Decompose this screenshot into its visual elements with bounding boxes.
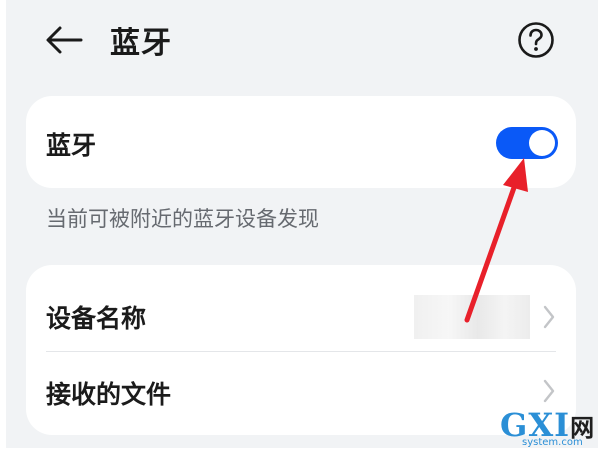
settings-screen: 蓝牙 蓝牙 当前可被附近的蓝牙设备发现 设备名称 接收的文件: [6, 0, 598, 448]
received-files-label: 接收的文件: [46, 380, 172, 409]
list-divider: [46, 351, 556, 352]
back-button[interactable]: [42, 20, 86, 60]
discoverable-hint: 当前可被附近的蓝牙设备发现: [46, 207, 319, 231]
bluetooth-label: 蓝牙: [46, 131, 97, 160]
arrow-left-icon: [46, 26, 83, 54]
device-name-label: 设备名称: [46, 304, 147, 333]
toggle-knob: [529, 130, 555, 156]
chevron-right-icon: [543, 305, 555, 329]
header: 蓝牙: [6, 0, 598, 80]
bluetooth-toggle[interactable]: [496, 127, 558, 159]
help-button[interactable]: [516, 20, 556, 60]
bluetooth-card: 蓝牙: [26, 96, 576, 188]
watermark-logo: GXI网 system.com: [500, 406, 596, 448]
question-circle-icon: [518, 22, 554, 58]
page-title: 蓝牙: [110, 26, 172, 61]
device-name-row[interactable]: 设备名称: [26, 271, 576, 351]
received-files-row[interactable]: 接收的文件: [26, 353, 576, 433]
device-name-value: [414, 295, 530, 339]
settings-list-card: 设备名称 接收的文件: [26, 265, 576, 435]
chevron-right-icon: [543, 379, 555, 403]
